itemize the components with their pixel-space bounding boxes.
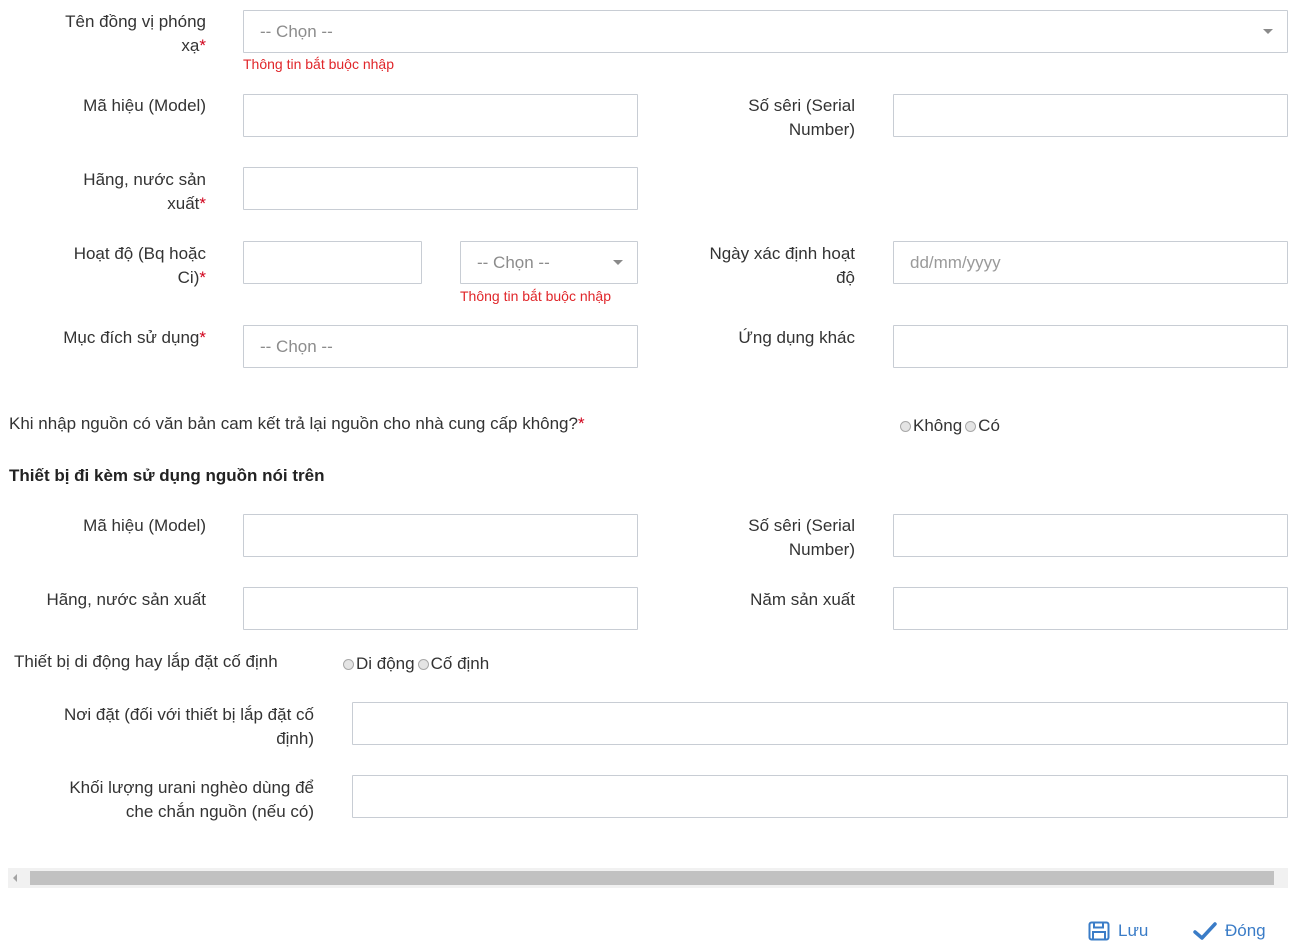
- ma-hieu-label: Mã hiệu (Model): [83, 96, 206, 115]
- check-icon: [1193, 922, 1217, 940]
- save-button[interactable]: Lưu: [1088, 919, 1148, 943]
- khoi-luong-urani-input[interactable]: [352, 775, 1288, 818]
- close-button-label: Đóng: [1225, 921, 1266, 940]
- chevron-down-icon: [613, 260, 623, 265]
- so-seri-label: Số sêri (Serial Number): [748, 96, 855, 139]
- ngay-xac-dinh-input[interactable]: [893, 241, 1288, 284]
- radio-di-dong[interactable]: [343, 658, 354, 670]
- ten-dong-vi-label: Tên đồng vị phóng xạ*: [65, 12, 206, 55]
- equip-nam-san-xuat-input[interactable]: [893, 587, 1288, 630]
- hoat-do-unit-error: Thông tin bắt buộc nhập: [460, 288, 612, 304]
- equip-hang-nuoc-label: Hãng, nước sản xuất: [46, 590, 206, 609]
- hang-nuoc-input[interactable]: [243, 167, 638, 210]
- chevron-down-icon: [1263, 29, 1273, 34]
- option-di-dong: Di động: [356, 654, 415, 673]
- hoat-do-input[interactable]: [243, 241, 422, 284]
- cam-ket-option-khong: Không: [913, 416, 963, 435]
- noi-dat-label: Nơi đặt (đối với thiết bị lắp đặt cố địn…: [63, 705, 314, 748]
- ten-dong-vi-error: Thông tin bắt buộc nhập: [243, 56, 395, 72]
- equip-ma-hieu-label: Mã hiệu (Model): [83, 516, 206, 535]
- cam-ket-question: Khi nhập nguồn có văn bản cam kết trả lạ…: [9, 414, 585, 433]
- cam-ket-option-co: Có: [978, 416, 1000, 435]
- noi-dat-input[interactable]: [352, 702, 1288, 745]
- ung-dung-khac-input[interactable]: [893, 325, 1288, 368]
- radio-co-dinh[interactable]: [417, 658, 429, 670]
- equip-so-seri-input[interactable]: [893, 514, 1288, 557]
- khoi-luong-urani-label: Khối lượng urani nghèo dùng để che chắn …: [69, 778, 314, 821]
- muc-dich-select[interactable]: -- Chọn --: [243, 325, 638, 368]
- cam-ket-radio-khong[interactable]: [900, 420, 911, 432]
- scrollbar-thumb[interactable]: [30, 871, 1274, 885]
- equip-so-seri-label: Số sêri (Serial Number): [748, 516, 855, 559]
- muc-dich-label: Mục đích sử dụng*: [63, 328, 206, 347]
- save-button-label: Lưu: [1118, 921, 1149, 940]
- ung-dung-khac-label: Ứng dụng khác: [738, 328, 855, 347]
- equip-hang-nuoc-input[interactable]: [243, 587, 638, 630]
- ma-hieu-input[interactable]: [243, 94, 638, 137]
- loai-thiet-bi-label: Thiết bị di động hay lắp đặt cố định: [14, 652, 278, 671]
- equipment-section-title: Thiết bị đi kèm sử dụng nguồn nói trên: [9, 466, 325, 485]
- ngay-xac-dinh-label: Ngày xác định hoạt độ: [709, 244, 855, 287]
- so-seri-input[interactable]: [893, 94, 1288, 137]
- equip-ma-hieu-input[interactable]: [243, 514, 638, 557]
- ten-dong-vi-select[interactable]: -- Chọn --: [243, 10, 1288, 53]
- hoat-do-label: Hoạt độ (Bq hoặc Ci)*: [73, 244, 206, 287]
- equip-nam-san-xuat-label: Năm sản xuất: [750, 590, 855, 609]
- hang-nuoc-label: Hãng, nước sản xuất*: [83, 170, 206, 213]
- hoat-do-unit-select[interactable]: -- Chọn --: [460, 241, 638, 284]
- scroll-left-arrow-icon[interactable]: [13, 874, 17, 882]
- cam-ket-radio-co[interactable]: [965, 420, 977, 432]
- floppy-disk-icon: [1088, 921, 1110, 941]
- horizontal-scrollbar[interactable]: [8, 868, 1288, 888]
- cam-ket-radio-group: Không Có: [900, 414, 1003, 438]
- loai-thiet-bi-radio-group: Di động Cố định: [343, 652, 492, 676]
- close-button[interactable]: Đóng: [1193, 919, 1266, 943]
- option-co-dinh: Cố định: [430, 654, 490, 673]
